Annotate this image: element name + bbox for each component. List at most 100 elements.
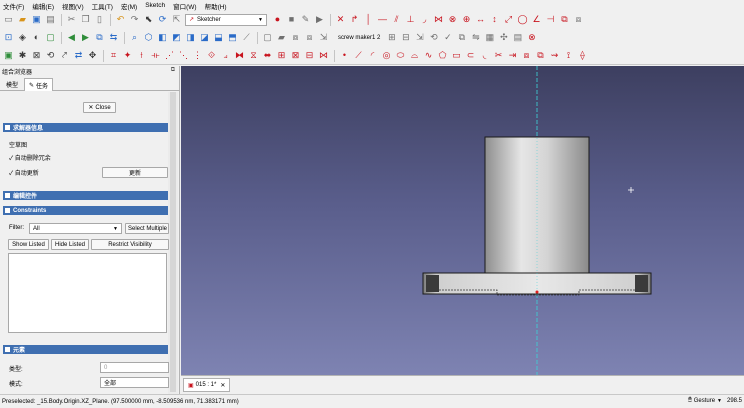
isometric-view-icon[interactable]: ⬡ (143, 32, 154, 43)
draw-style-icon[interactable]: ◐ (31, 32, 42, 43)
constrain-snell-icon[interactable]: ⊣ (545, 14, 556, 25)
create-polygon-icon[interactable]: ⬠ (437, 50, 448, 61)
select-horizontal-axis-icon[interactable]: ⟛ (150, 50, 161, 61)
sketch-settings-icon[interactable]: ✱ (17, 50, 28, 61)
right-view-icon[interactable]: ◨ (185, 32, 196, 43)
mirror-sketch-icon[interactable]: ⇋ (470, 32, 481, 43)
restore-view-icon[interactable]: ⟓ (220, 50, 231, 61)
trim-edge-icon[interactable]: ✂ (493, 50, 504, 61)
view-sketch-icon[interactable]: ⊞ (386, 32, 397, 43)
create-circle-icon[interactable]: ◎ (381, 50, 392, 61)
top-view-icon[interactable]: ◩ (171, 32, 182, 43)
filter-select[interactable]: All ▼ (29, 223, 122, 234)
update-button[interactable]: 更新 (102, 167, 168, 178)
line-icon[interactable]: ✥ (87, 50, 98, 61)
select-vertical-axis-icon[interactable]: ⟊ (136, 50, 147, 61)
bottom-view-icon[interactable]: ⬓ (213, 32, 224, 43)
tab-model[interactable]: 模型 (2, 78, 22, 91)
close-button[interactable]: ✕ Close (83, 102, 116, 113)
create-ellipse-icon[interactable]: ⬭ (395, 50, 406, 61)
view-section-icon[interactable]: ⊟ (400, 32, 411, 43)
constraints-list[interactable] (8, 253, 167, 333)
navigation-style[interactable]: Gesture (694, 398, 715, 404)
sketch-new-icon[interactable]: ▣ (3, 50, 14, 61)
constrain-coincident-icon[interactable]: ✕ (335, 14, 346, 25)
print-icon[interactable]: ▤ (45, 14, 56, 25)
new-file-icon[interactable]: ▭ (3, 14, 14, 25)
elements-header[interactable]: 元素 (3, 345, 168, 354)
stop-operation-icon[interactable]: ⊗ (526, 32, 537, 43)
tab-tasks[interactable]: ✎ 任务 (24, 78, 54, 91)
construction-mode-icon[interactable]: ⇝ (549, 50, 560, 61)
menu-edit[interactable]: 编辑(E) (32, 1, 54, 11)
forward-icon[interactable]: ▶ (80, 32, 91, 43)
link-select-icon[interactable]: ⧈ (304, 32, 315, 43)
measure-icon[interactable]: ⟋ (241, 32, 252, 43)
symmetry-icon[interactable]: ⋈ (318, 50, 329, 61)
rendering-order-icon[interactable]: ▤ (512, 32, 523, 43)
reorient-sketch-icon[interactable]: ⟲ (428, 32, 439, 43)
workbench-selector[interactable]: ↗ Sketcher ▼ (185, 13, 267, 26)
constrain-perpendicular-icon[interactable]: ⊥ (405, 14, 416, 25)
move-icon[interactable]: ⬌ (262, 50, 273, 61)
select-constraints-icon[interactable]: ⌗ (108, 50, 119, 61)
constrain-horizontal-icon[interactable]: — (377, 14, 388, 25)
link-icon[interactable]: ⧉ (94, 32, 105, 43)
split-edge-icon[interactable]: ⟟ (563, 50, 574, 61)
part-icon[interactable]: ▢ (262, 32, 273, 43)
constrain-vertical-icon[interactable]: │ (363, 14, 374, 25)
select-conflicting-icon[interactable]: ⋱ (178, 50, 189, 61)
auto-update-checkbox[interactable]: ✓ 自动更新 (9, 168, 39, 177)
create-point-icon[interactable]: • (339, 50, 350, 61)
fit-all-icon[interactable]: ⊡ (3, 32, 14, 43)
external-geometry-icon[interactable]: ⧈ (521, 50, 532, 61)
zoom-icon[interactable]: ⌕ (129, 32, 140, 43)
menu-sketch[interactable]: Sketch (145, 2, 165, 9)
remove-axes-alignment-icon[interactable]: ⊠ (290, 50, 301, 61)
show-listed-button[interactable]: Show Listed (8, 239, 49, 250)
show-hide-geometry-icon[interactable]: ⟐ (206, 50, 217, 61)
edit-controls-header[interactable]: 编辑控件 (3, 191, 168, 200)
menu-window[interactable]: 窗口(W) (173, 1, 196, 11)
link-actions-icon[interactable]: ⇲ (318, 32, 329, 43)
solver-messages-header[interactable]: 求解器信息 (3, 123, 168, 132)
validate-sketch-icon[interactable]: ✓ (442, 32, 453, 43)
menu-file[interactable]: 文件(F) (3, 1, 24, 11)
constrain-tangent-icon[interactable]: ◞ (419, 14, 430, 25)
create-arc-icon[interactable]: ◜ (367, 50, 378, 61)
select-origin-icon[interactable]: ✦ (122, 50, 133, 61)
type-field[interactable]: 0 (100, 362, 169, 373)
copy-icon[interactable]: ❐ (80, 14, 91, 25)
what-is-this-icon[interactable]: ⇱ (171, 14, 182, 25)
fit-selection-icon[interactable]: ◈ (17, 32, 28, 43)
carbon-copy-icon[interactable]: ⧉ (535, 50, 546, 61)
create-slot-icon[interactable]: ⊂ (465, 50, 476, 61)
constrain-lock-icon[interactable]: ⊕ (461, 14, 472, 25)
constrain-radius-icon[interactable]: ◯ (517, 14, 528, 25)
copy-geometry-icon[interactable]: ⧖ (248, 50, 259, 61)
origin-point[interactable] (535, 290, 539, 294)
merge-sketches-icon[interactable]: ⧉ (456, 32, 467, 43)
sketch-section-icon[interactable]: ⤤ (59, 50, 70, 61)
select-elements-icon[interactable]: ⋮ (192, 50, 203, 61)
constraints-header[interactable]: Constraints (3, 206, 168, 215)
create-bspline-icon[interactable]: ∿ (423, 50, 434, 61)
create-conic-icon[interactable]: ⌓ (409, 50, 420, 61)
close-icon[interactable]: ✕ (220, 382, 225, 389)
menu-help[interactable]: 帮助(H) (205, 1, 227, 11)
toggle-driving-icon[interactable]: ⧉ (559, 14, 570, 25)
select-multiple-button[interactable]: Select Multiple (125, 223, 169, 234)
restrict-visibility-button[interactable]: Restrict Visibility (91, 239, 169, 250)
select-redundant-icon[interactable]: ⋰ (164, 50, 175, 61)
mode-select[interactable]: 全部 (100, 377, 169, 388)
constrain-horizontal-distance-icon[interactable]: ↔ (475, 14, 486, 25)
back-icon[interactable]: ◀ (66, 32, 77, 43)
create-fillet-icon[interactable]: ◟ (479, 50, 490, 61)
hide-listed-button[interactable]: Hide Listed (51, 239, 89, 250)
sketch-icon[interactable]: ⟠ (577, 50, 588, 61)
constrain-symmetric-icon[interactable]: ⊗ (447, 14, 458, 25)
constrain-vertical-distance-icon[interactable]: ↕ (489, 14, 500, 25)
whats-this-icon[interactable]: ⬉ (143, 14, 154, 25)
extend-edge-icon[interactable]: ⇥ (507, 50, 518, 61)
constrain-angle-icon[interactable]: ∠ (531, 14, 542, 25)
